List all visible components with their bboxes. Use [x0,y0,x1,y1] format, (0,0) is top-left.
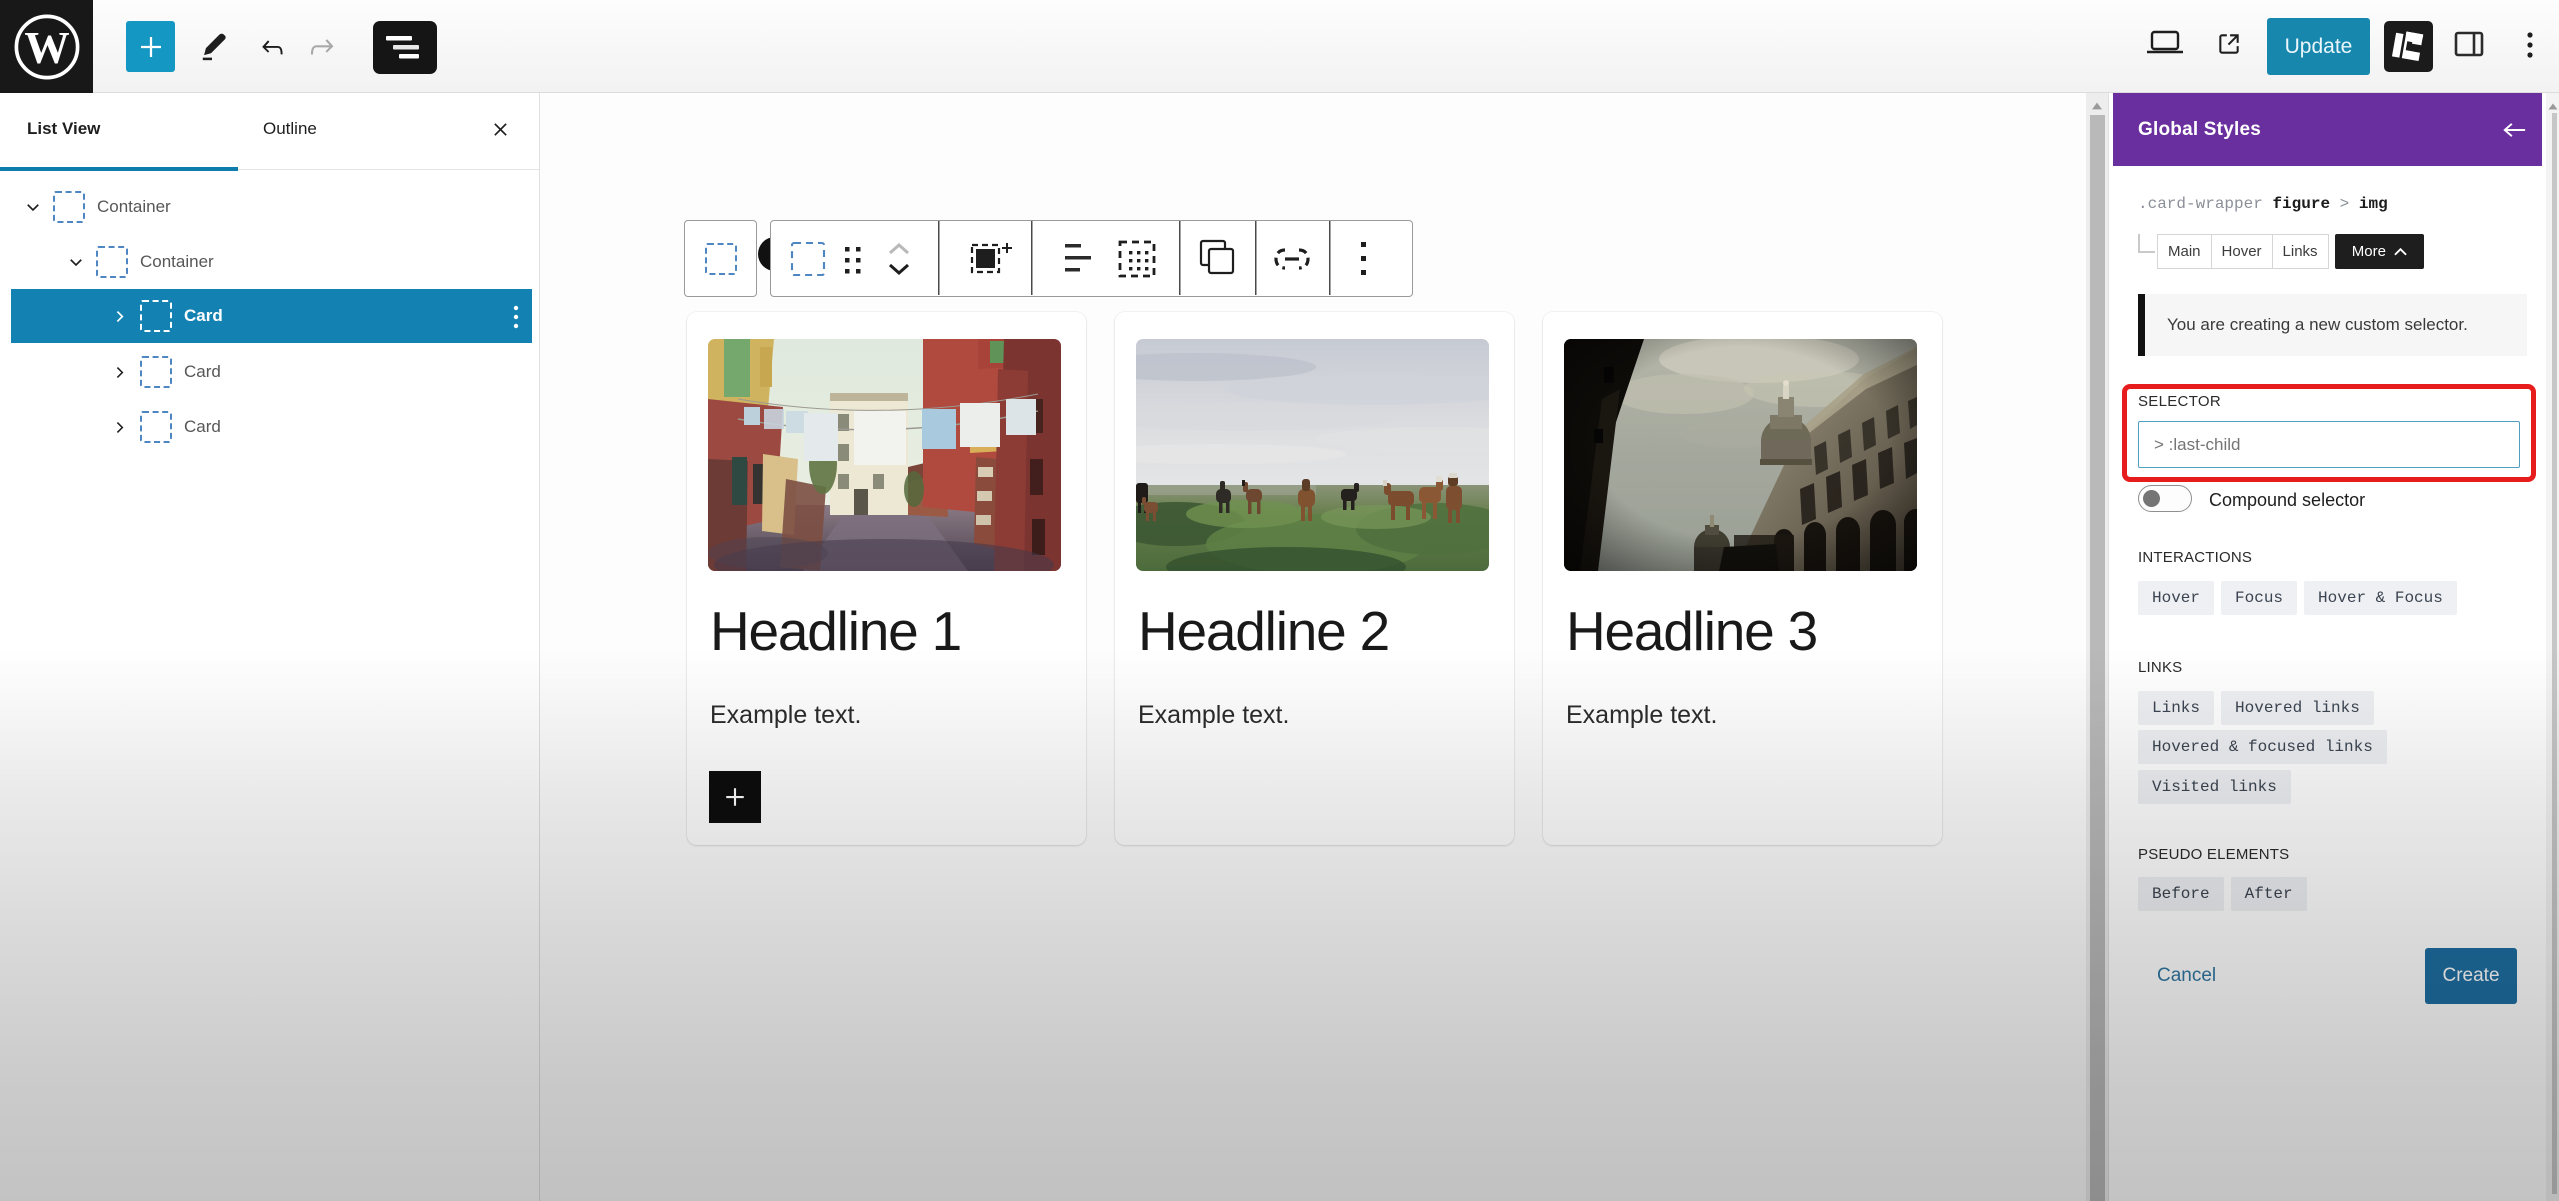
svg-text:W: W [24,22,69,72]
